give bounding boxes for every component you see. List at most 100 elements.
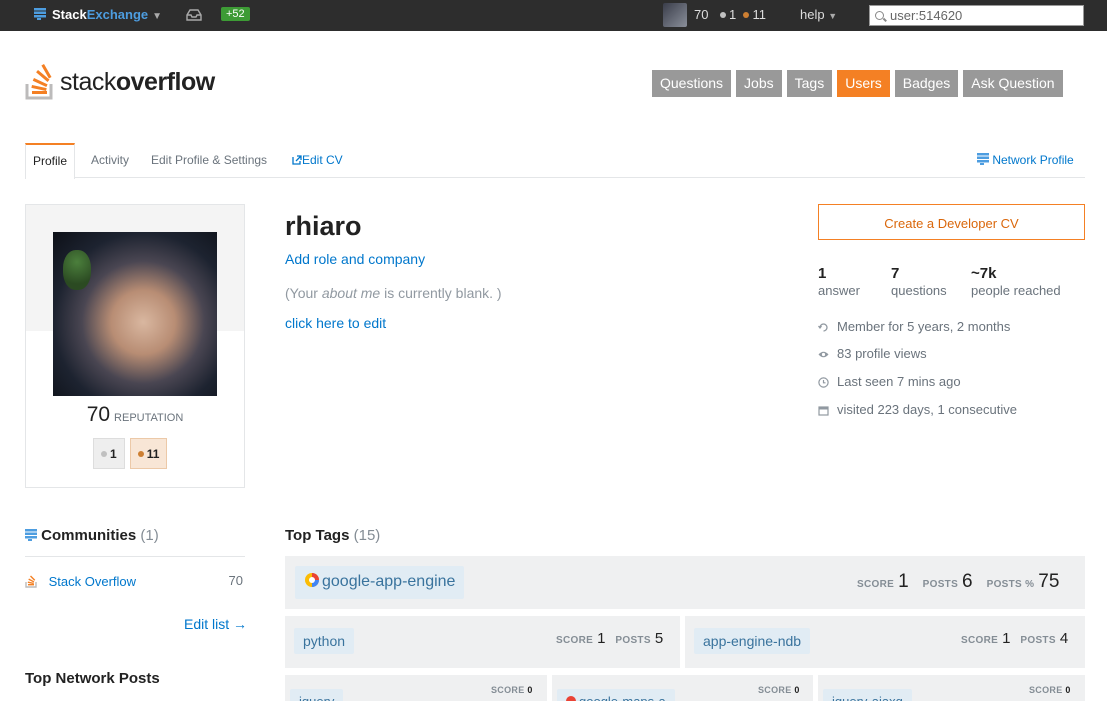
reputation-value: 70 xyxy=(86,403,111,426)
nav-jobs[interactable]: Jobs xyxy=(736,70,782,97)
posts-value: 4 xyxy=(1059,630,1069,647)
community-rep: 70 xyxy=(228,573,243,588)
search-value: user:514620 xyxy=(890,8,963,23)
community-item[interactable]: Stack Overflow 70 xyxy=(25,573,245,589)
search-input[interactable]: user:514620 xyxy=(869,5,1084,26)
eye-icon xyxy=(818,351,829,358)
score-value: 1 xyxy=(898,571,909,592)
nav-tags[interactable]: Tags xyxy=(786,70,833,97)
tag-app-engine-ndb[interactable]: app-engine-ndb xyxy=(694,628,811,654)
tab-edit-profile[interactable]: Edit Profile & Settings xyxy=(151,143,267,178)
create-cv-button[interactable]: Create a Developer CV xyxy=(818,204,1085,240)
score-label: SCORE xyxy=(758,685,792,695)
stackexchange-menu[interactable]: StackExchange ▼ xyxy=(34,7,162,22)
top-tag-main: google-app-engine SCORE 1 POSTS 6 POSTS % 75 xyxy=(285,556,1085,609)
stackoverflow-icon xyxy=(25,64,53,100)
tag-stats: SCORE 0 xyxy=(491,685,533,695)
topbar-badges[interactable]: 1 11 xyxy=(720,7,766,22)
tab-edit-cv[interactable]: Edit CV xyxy=(292,143,343,178)
tag-google-app-engine[interactable]: google-app-engine xyxy=(295,566,465,599)
logo-text-overflow: overflow xyxy=(115,68,215,96)
stat-answers[interactable]: 1 answer xyxy=(818,265,860,298)
tag-label: google-maps-a xyxy=(579,694,666,701)
profile-avatar[interactable] xyxy=(53,232,217,396)
nav-badges[interactable]: Badges xyxy=(894,70,959,97)
user-card: 70 REPUTATION 1 11 xyxy=(25,204,245,488)
nav-ask-question[interactable]: Ask Question xyxy=(963,70,1063,97)
logo-text-stack: stack xyxy=(60,68,116,96)
badge-summary: 1 11 xyxy=(93,438,168,469)
bronze-count: 11 xyxy=(146,447,160,461)
tag-jquery-ajaxq[interactable]: jquery-ajaxq xyxy=(823,689,912,701)
user-avatar[interactable] xyxy=(663,3,687,27)
posts-pct-value: 75 xyxy=(1038,571,1060,592)
inbox-icon[interactable] xyxy=(186,8,202,21)
nav-questions[interactable]: Questions xyxy=(652,70,732,97)
posts-label: POSTS xyxy=(1020,635,1056,646)
tab-activity[interactable]: Activity xyxy=(91,143,129,178)
google-maps-icon xyxy=(566,696,576,701)
topbar-reputation[interactable]: 70 xyxy=(694,7,708,22)
stat-questions[interactable]: 7 questions xyxy=(891,265,947,298)
search-icon xyxy=(875,11,884,20)
tag-stats: SCORE 0 xyxy=(1029,685,1071,695)
score-label: SCORE xyxy=(857,579,895,590)
communities-header: Communities (1) xyxy=(25,527,245,557)
network-profile-label: Network Profile xyxy=(992,153,1074,167)
top-tag-item: jquery-ajaxq SCORE 0 xyxy=(818,675,1085,701)
tab-profile[interactable]: Profile xyxy=(25,143,76,179)
chevron-down-icon: ▼ xyxy=(828,11,838,21)
add-role-link[interactable]: Add role and company xyxy=(285,251,425,267)
stackexchange-icon xyxy=(25,529,37,541)
nav-users[interactable]: Users xyxy=(837,70,890,97)
help-label: help xyxy=(800,7,825,22)
tag-stats: SCORE 1 POSTS 5 xyxy=(556,630,663,647)
bronze-badges[interactable]: 11 xyxy=(129,438,168,469)
chevron-down-icon: ▼ xyxy=(152,11,163,22)
communities-title: Communities xyxy=(41,527,137,544)
silver-badge-icon xyxy=(720,12,726,19)
top-network-posts-title: Top Network Posts xyxy=(25,670,160,687)
tag-stats: SCORE 0 xyxy=(758,685,800,695)
achievements-badge[interactable]: +52 xyxy=(221,7,250,21)
posts-value: 5 xyxy=(654,630,664,647)
history-icon xyxy=(818,323,828,332)
info-text: 83 profile views xyxy=(837,346,927,361)
silver-badges[interactable]: 1 xyxy=(93,438,125,469)
stackoverflow-icon xyxy=(25,575,37,588)
reputation: 70 REPUTATION xyxy=(26,403,244,427)
silver-count: 1 xyxy=(110,447,117,461)
top-tag-item: app-engine-ndb SCORE 1 POSTS 4 xyxy=(685,616,1085,668)
about-em: about me xyxy=(321,285,381,301)
main-nav: Questions Jobs Tags Users Badges Ask Que… xyxy=(652,70,1063,97)
stat-label: people reached xyxy=(971,283,1061,298)
score-value: 1 xyxy=(1002,630,1011,647)
top-bar: StackExchange ▼ +52 70 1 11 help ▼ user:5… xyxy=(0,0,1107,31)
community-name[interactable]: Stack Overflow xyxy=(49,574,136,589)
tag-google-maps[interactable]: google-maps-a xyxy=(557,689,675,701)
top-tags-count: (15) xyxy=(353,527,381,544)
profile-views: 83 profile views xyxy=(818,346,927,361)
silver-badge-icon xyxy=(101,451,107,458)
bronze-count: 11 xyxy=(752,7,766,22)
tag-python[interactable]: python xyxy=(294,628,355,654)
brand-stack: Stack xyxy=(52,7,87,22)
info-text: Member for 5 years, 2 months xyxy=(837,319,1011,334)
top-tag-item: jquery SCORE 0 xyxy=(285,675,547,701)
top-tags-title: Top Tags xyxy=(285,527,350,544)
top-tag-item: python SCORE 1 POSTS 5 xyxy=(285,616,680,668)
clock-icon xyxy=(818,377,829,388)
info-text: Last seen 7 mins ago xyxy=(837,374,961,389)
help-menu[interactable]: help ▼ xyxy=(800,7,837,22)
edit-cv-label: Edit CV xyxy=(302,153,343,167)
edit-about-link[interactable]: click here to edit xyxy=(285,315,386,331)
avatar-photo-detail xyxy=(63,250,91,290)
tag-stats: SCORE 1 POSTS 4 xyxy=(961,630,1068,647)
tab-network-profile[interactable]: Network Profile xyxy=(977,143,1074,178)
edit-list-link[interactable]: Edit list → xyxy=(184,616,247,632)
google-app-engine-icon xyxy=(305,573,319,587)
tag-label: google-app-engine xyxy=(322,573,456,590)
score-value: 0 xyxy=(1065,685,1071,695)
visited-days: visited 223 days, 1 consecutive xyxy=(818,402,1017,417)
tag-jquery[interactable]: jquery xyxy=(290,689,344,701)
